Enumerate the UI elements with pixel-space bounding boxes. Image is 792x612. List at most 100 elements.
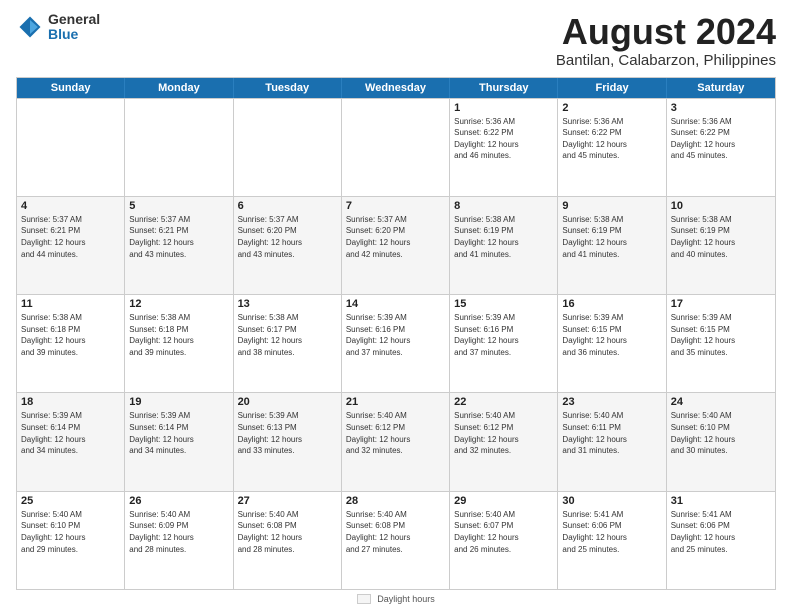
calendar-cell: 1 Sunrise: 5:36 AM Sunset: 6:22 PM Daylig… [450,99,558,196]
day-info: Sunrise: 5:40 AM Sunset: 6:08 PM Dayligh… [346,509,445,555]
header: General Blue August 2024 Bantilan, Calab… [16,12,776,69]
calendar-cell: 19 Sunrise: 5:39 AM Sunset: 6:14 PM Dayli… [125,393,233,490]
day-info: Sunrise: 5:38 AM Sunset: 6:19 PM Dayligh… [671,214,771,260]
calendar-cell: 10 Sunrise: 5:38 AM Sunset: 6:19 PM Dayli… [667,197,775,294]
calendar-day-header: Tuesday [234,78,342,98]
day-number: 30 [562,495,661,507]
day-number: 14 [346,298,445,310]
calendar-cell: 22Sunrise: 5:40 AM Sunset: 6:12 PM Dayli… [450,393,558,490]
day-number: 28 [346,495,445,507]
day-info: Sunrise: 5:41 AM Sunset: 6:06 PM Dayligh… [671,509,771,555]
day-info: Sunrise: 5:40 AM Sunset: 6:12 PM Dayligh… [454,410,553,456]
logo-general: General [48,12,100,27]
day-number: 24 [671,396,771,408]
title-block: August 2024 Bantilan, Calabarzon, Philip… [556,12,776,69]
day-number: 21 [346,396,445,408]
calendar-day-header: Thursday [450,78,558,98]
logo-blue: Blue [48,27,100,42]
calendar-cell: 24Sunrise: 5:40 AM Sunset: 6:10 PM Dayli… [667,393,775,490]
day-number: 1 [454,102,553,114]
calendar-cell: 18Sunrise: 5:39 AM Sunset: 6:14 PM Dayli… [17,393,125,490]
calendar-cell: 3Sunrise: 5:36 AM Sunset: 6:22 PM Daylig… [667,99,775,196]
day-number: 8 [454,200,553,212]
day-info: Sunrise: 5:38 AM Sunset: 6:18 PM Dayligh… [129,312,228,358]
calendar-cell: 26Sunrise: 5:40 AM Sunset: 6:09 PM Dayli… [125,492,233,589]
day-info: Sunrise: 5:37 AM Sunset: 6:21 PM Dayligh… [21,214,120,260]
day-number: 7 [346,200,445,212]
day-number: 13 [238,298,337,310]
calendar-cell: 31 Sunrise: 5:41 AM Sunset: 6:06 PM Dayli… [667,492,775,589]
calendar-cell: 25 Sunrise: 5:40 AM Sunset: 6:10 PM Dayli… [17,492,125,589]
calendar-header: SundayMondayTuesdayWednesdayThursdayFrid… [17,78,775,98]
day-info: Sunrise: 5:40 AM Sunset: 6:12 PM Dayligh… [346,410,445,456]
day-info: Sunrise: 5:39 AM Sunset: 6:16 PM Dayligh… [346,312,445,358]
day-number: 25 [21,495,120,507]
day-number: 11 [21,298,120,310]
calendar-cell [342,99,450,196]
calendar-cell: 28 Sunrise: 5:40 AM Sunset: 6:08 PM Dayli… [342,492,450,589]
page: General Blue August 2024 Bantilan, Calab… [0,0,792,612]
day-number: 3 [671,102,771,114]
day-info: Sunrise: 5:40 AM Sunset: 6:09 PM Dayligh… [129,509,228,555]
calendar-cell: 20 Sunrise: 5:39 AM Sunset: 6:13 PM Dayli… [234,393,342,490]
day-number: 31 [671,495,771,507]
calendar-day-header: Wednesday [342,78,450,98]
calendar-cell: 9Sunrise: 5:38 AM Sunset: 6:19 PM Daylig… [558,197,666,294]
legend-label: Daylight hours [377,594,435,604]
calendar-day-header: Monday [125,78,233,98]
day-info: Sunrise: 5:40 AM Sunset: 6:08 PM Dayligh… [238,509,337,555]
day-info: Sunrise: 5:40 AM Sunset: 6:07 PM Dayligh… [454,509,553,555]
calendar-week-row: 4 Sunrise: 5:37 AM Sunset: 6:21 PM Daylig… [17,196,775,294]
calendar-cell: 12 Sunrise: 5:38 AM Sunset: 6:18 PM Dayli… [125,295,233,392]
logo-text: General Blue [48,12,100,43]
calendar-day-header: Friday [558,78,666,98]
day-number: 17 [671,298,771,310]
day-info: Sunrise: 5:38 AM Sunset: 6:17 PM Dayligh… [238,312,337,358]
day-number: 20 [238,396,337,408]
day-info: Sunrise: 5:38 AM Sunset: 6:18 PM Dayligh… [21,312,120,358]
logo-icon [16,13,44,41]
calendar-cell: 29 Sunrise: 5:40 AM Sunset: 6:07 PM Dayli… [450,492,558,589]
calendar-cell [234,99,342,196]
calendar-week-row: 25 Sunrise: 5:40 AM Sunset: 6:10 PM Dayli… [17,491,775,589]
calendar-cell [17,99,125,196]
logo: General Blue [16,12,100,43]
day-number: 10 [671,200,771,212]
calendar-week-row: 18Sunrise: 5:39 AM Sunset: 6:14 PM Dayli… [17,392,775,490]
calendar-cell: 30Sunrise: 5:41 AM Sunset: 6:06 PM Dayli… [558,492,666,589]
day-info: Sunrise: 5:37 AM Sunset: 6:20 PM Dayligh… [238,214,337,260]
calendar-cell: 16Sunrise: 5:39 AM Sunset: 6:15 PM Dayli… [558,295,666,392]
calendar-cell: 2Sunrise: 5:36 AM Sunset: 6:22 PM Daylig… [558,99,666,196]
calendar-cell: 6Sunrise: 5:37 AM Sunset: 6:20 PM Daylig… [234,197,342,294]
day-number: 29 [454,495,553,507]
day-number: 15 [454,298,553,310]
day-number: 16 [562,298,661,310]
calendar-cell: 15Sunrise: 5:39 AM Sunset: 6:16 PM Dayli… [450,295,558,392]
calendar-cell: 8 Sunrise: 5:38 AM Sunset: 6:19 PM Daylig… [450,197,558,294]
calendar: SundayMondayTuesdayWednesdayThursdayFrid… [16,77,776,590]
day-info: Sunrise: 5:37 AM Sunset: 6:21 PM Dayligh… [129,214,228,260]
day-info: Sunrise: 5:39 AM Sunset: 6:13 PM Dayligh… [238,410,337,456]
main-title: August 2024 [556,12,776,52]
calendar-cell: 21 Sunrise: 5:40 AM Sunset: 6:12 PM Dayli… [342,393,450,490]
calendar-cell: 7Sunrise: 5:37 AM Sunset: 6:20 PM Daylig… [342,197,450,294]
day-info: Sunrise: 5:40 AM Sunset: 6:10 PM Dayligh… [21,509,120,555]
calendar-cell: 4 Sunrise: 5:37 AM Sunset: 6:21 PM Daylig… [17,197,125,294]
day-number: 19 [129,396,228,408]
calendar-cell [125,99,233,196]
subtitle: Bantilan, Calabarzon, Philippines [556,52,776,69]
calendar-cell: 23Sunrise: 5:40 AM Sunset: 6:11 PM Dayli… [558,393,666,490]
day-info: Sunrise: 5:36 AM Sunset: 6:22 PM Dayligh… [454,116,553,162]
day-info: Sunrise: 5:38 AM Sunset: 6:19 PM Dayligh… [454,214,553,260]
day-number: 5 [129,200,228,212]
day-number: 9 [562,200,661,212]
calendar-body: 1 Sunrise: 5:36 AM Sunset: 6:22 PM Daylig… [17,98,775,589]
day-number: 12 [129,298,228,310]
calendar-cell: 13 Sunrise: 5:38 AM Sunset: 6:17 PM Dayli… [234,295,342,392]
calendar-cell: 27Sunrise: 5:40 AM Sunset: 6:08 PM Dayli… [234,492,342,589]
day-info: Sunrise: 5:39 AM Sunset: 6:14 PM Dayligh… [129,410,228,456]
day-number: 4 [21,200,120,212]
calendar-cell: 14 Sunrise: 5:39 AM Sunset: 6:16 PM Dayli… [342,295,450,392]
day-number: 23 [562,396,661,408]
calendar-week-row: 1 Sunrise: 5:36 AM Sunset: 6:22 PM Daylig… [17,98,775,196]
